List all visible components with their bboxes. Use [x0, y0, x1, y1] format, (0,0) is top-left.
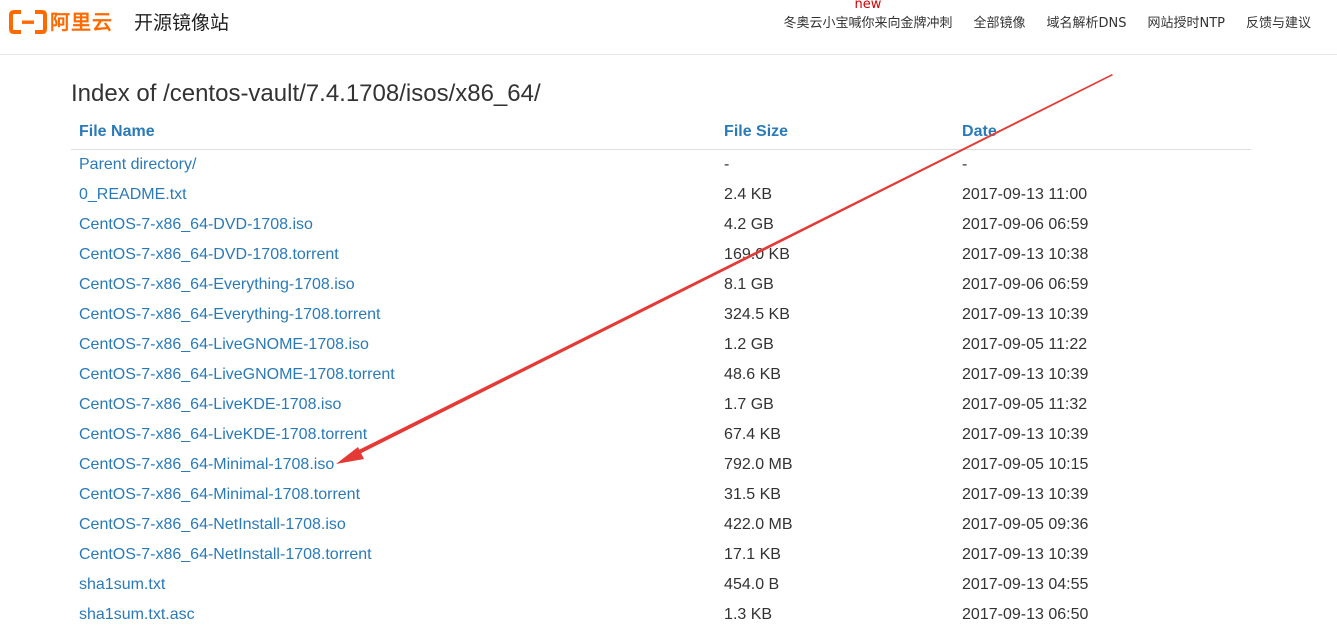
file-size: 48.6 KB [724, 366, 781, 383]
file-size: 422.0 MB [724, 516, 793, 533]
table-row: CentOS-7-x86_64-DVD-1708.iso 4.2 GB 2017-0… [71, 210, 1251, 240]
file-date: 2017-09-13 11:00 [962, 186, 1088, 203]
file-date: 2017-09-06 06:59 [962, 216, 1089, 233]
file-size: 8.1 GB [724, 276, 774, 293]
new-badge: new [854, 0, 882, 12]
file-date: 2017-09-13 10:39 [962, 306, 1089, 323]
nav-item-label: 反馈与建议 [1245, 16, 1311, 31]
aliyun-bracket-icon [9, 10, 47, 34]
file-size: 31.5 KB [724, 486, 781, 503]
file-size: 1.3 KB [724, 606, 773, 623]
file-link[interactable]: CentOS-7-x86_64-LiveKDE-1708.iso [79, 396, 341, 413]
table-row: Parent directory/ - - [71, 150, 1251, 181]
nav-item-all-mirrors[interactable]: 全部镜像 [973, 14, 1025, 34]
file-size: 324.5 KB [724, 306, 790, 323]
nav-item-label: 冬奥云小宝喊你来向金牌冲刺 [783, 16, 953, 31]
nav-item-label: 域名解析DNS [1046, 16, 1127, 31]
table-row: CentOS-7-x86_64-Everything-1708.torrent 3… [71, 300, 1251, 330]
file-date: 2017-09-13 06:50 [962, 606, 1089, 623]
table-row: sha1sum.txt 454.0 B 2017-09-13 04:55 [71, 570, 1251, 600]
file-date: 2017-09-05 11:22 [962, 336, 1088, 353]
table-row: CentOS-7-x86_64-DVD-1708.torrent 169.0 KB… [71, 240, 1251, 270]
table-row: CentOS-7-x86_64-NetInstall-1708.torrent 1… [71, 540, 1251, 570]
file-size: - [724, 156, 730, 173]
table-header-row: File Name File Size Date [71, 114, 1251, 150]
file-date: - [962, 156, 968, 173]
file-date: 2017-09-06 06:59 [962, 276, 1089, 293]
site-header: 阿里云 开源镜像站 new 冬奥云小宝喊你来向金牌冲刺 全部镜像 域名解析DNS… [0, 0, 1337, 55]
file-link[interactable]: CentOS-7-x86_64-LiveGNOME-1708.iso [79, 336, 369, 353]
table-row: CentOS-7-x86_64-Minimal-1708.torrent 31.5… [71, 480, 1251, 510]
file-link[interactable]: CentOS-7-x86_64-NetInstall-1708.torrent [79, 546, 372, 563]
file-date: 2017-09-05 10:15 [962, 456, 1089, 473]
file-date: 2017-09-13 10:39 [962, 546, 1089, 563]
table-row: CentOS-7-x86_64-LiveGNOME-1708.torrent 48… [71, 360, 1251, 390]
nav-item-feedback[interactable]: 反馈与建议 [1246, 14, 1311, 34]
file-link[interactable]: CentOS-7-x86_64-Minimal-1708.torrent [79, 486, 360, 503]
file-date: 2017-09-05 11:32 [962, 396, 1088, 413]
column-header-file-name[interactable]: File Name [71, 114, 717, 150]
top-nav: new 冬奥云小宝喊你来向金牌冲刺 全部镜像 域名解析DNS 网站授时NTP 反… [762, 0, 1311, 34]
site-title[interactable]: 开源镜像站 [134, 9, 229, 37]
table-row: CentOS-7-x86_64-Everything-1708.iso 8.1 G… [71, 270, 1251, 300]
logo-text: 阿里云 [50, 10, 113, 34]
file-size: 1.2 GB [724, 336, 774, 353]
table-row: CentOS-7-x86_64-Minimal-1708.iso 792.0 MB… [71, 450, 1251, 480]
file-date: 2017-09-13 04:55 [962, 576, 1089, 593]
file-size: 4.2 GB [724, 216, 774, 233]
file-link[interactable]: CentOS-7-x86_64-DVD-1708.iso [79, 216, 313, 233]
file-size: 792.0 MB [724, 456, 793, 473]
file-date: 2017-09-05 09:36 [962, 516, 1089, 533]
file-date: 2017-09-13 10:39 [962, 486, 1089, 503]
file-link[interactable]: CentOS-7-x86_64-DVD-1708.torrent [79, 246, 339, 263]
nav-item-winter-olympics[interactable]: new 冬奥云小宝喊你来向金牌冲刺 [783, 0, 953, 34]
file-size: 454.0 B [724, 576, 780, 593]
column-header-file-size[interactable]: File Size [716, 114, 955, 150]
file-size: 169.0 KB [724, 246, 790, 263]
page-title: Index of /centos-vault/7.4.1708/isos/x86… [71, 80, 541, 107]
file-size: 17.1 KB [724, 546, 781, 563]
column-header-date[interactable]: Date [954, 114, 1251, 150]
file-link[interactable]: 0_README.txt [79, 186, 187, 203]
table-row: CentOS-7-x86_64-LiveKDE-1708.torrent 67.4… [71, 420, 1251, 450]
file-link[interactable]: sha1sum.txt.asc [79, 606, 195, 623]
file-date: 2017-09-13 10:39 [962, 366, 1089, 383]
file-link[interactable]: CentOS-7-x86_64-LiveGNOME-1708.torrent [79, 366, 395, 383]
file-link[interactable]: sha1sum.txt [79, 576, 165, 593]
nav-item-dns[interactable]: 域名解析DNS [1046, 14, 1126, 34]
file-date: 2017-09-13 10:38 [962, 246, 1089, 263]
file-size: 1.7 GB [724, 396, 774, 413]
file-link[interactable]: CentOS-7-x86_64-Everything-1708.iso [79, 276, 355, 293]
file-size: 67.4 KB [724, 426, 781, 443]
file-listing-table: File Name File Size Date Parent director… [71, 114, 1251, 630]
file-size: 2.4 KB [724, 186, 773, 203]
file-link[interactable]: CentOS-7-x86_64-NetInstall-1708.iso [79, 516, 346, 533]
file-link[interactable]: CentOS-7-x86_64-Everything-1708.torrent [79, 306, 381, 323]
file-link[interactable]: CentOS-7-x86_64-Minimal-1708.iso [79, 456, 334, 473]
file-date: 2017-09-13 10:39 [962, 426, 1089, 443]
file-link[interactable]: CentOS-7-x86_64-LiveKDE-1708.torrent [79, 426, 367, 443]
table-row: 0_README.txt 2.4 KB 2017-09-13 11:00 [71, 180, 1251, 210]
nav-item-ntp[interactable]: 网站授时NTP [1147, 14, 1225, 34]
table-row: CentOS-7-x86_64-NetInstall-1708.iso 422.0… [71, 510, 1251, 540]
nav-item-label: 全部镜像 [973, 16, 1026, 31]
file-link[interactable]: Parent directory/ [79, 156, 196, 173]
nav-item-label: 网站授时NTP [1147, 16, 1225, 31]
table-row: sha1sum.txt.asc 1.3 KB 2017-09-13 06:50 [71, 600, 1251, 630]
table-row: CentOS-7-x86_64-LiveKDE-1708.iso 1.7 GB 20… [71, 390, 1251, 420]
aliyun-logo[interactable]: 阿里云 [9, 9, 113, 35]
table-row: CentOS-7-x86_64-LiveGNOME-1708.iso 1.2 GB… [71, 330, 1251, 360]
